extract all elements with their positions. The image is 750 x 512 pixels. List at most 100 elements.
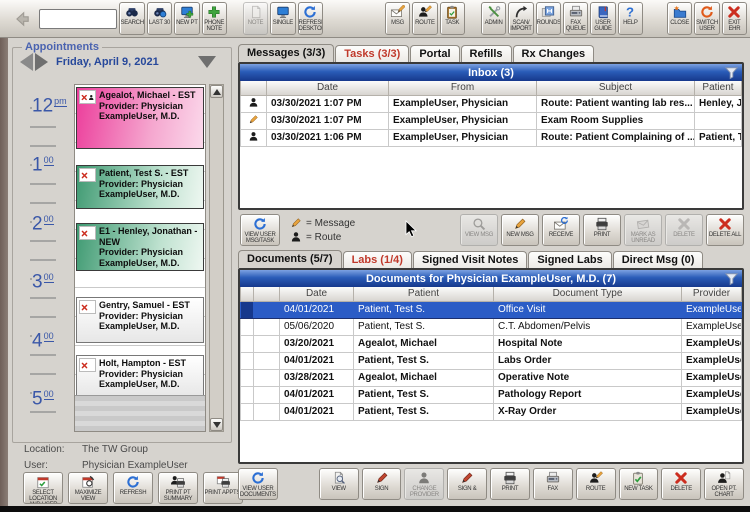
prev-day-button[interactable] [20,53,33,71]
patient-search-input[interactable] [39,9,117,29]
tab-tasks[interactable]: Tasks (3/3) [335,45,409,62]
view-msg-button: VIEW MSG [460,214,498,246]
sign-and-button[interactable]: SIGN & [447,468,487,500]
appointment-status-icon [79,226,96,240]
after-hours-area [75,395,205,431]
x-mark-gray-icon [677,217,691,231]
tab-rx-changes[interactable]: Rx Changes [513,45,595,62]
open-pt-chart-button[interactable]: OPEN PT. CHART [704,468,744,500]
docs-col-patient[interactable]: Patient [354,287,494,301]
calendar-dropdown-button[interactable] [198,56,216,68]
person-icon [290,231,302,243]
person-printer-icon [171,475,185,489]
inbox-col-icon[interactable] [241,81,267,95]
inbox-col-date[interactable]: Date [267,81,389,95]
document-row[interactable]: 04/01/2021Patient, Test S. Office VisitE… [241,301,742,318]
document-row[interactable]: 04/01/2021Patient, Test S. Labs OrderExa… [241,352,742,369]
select-location-user-button[interactable]: SELECT LOCATION AND USER [23,472,63,504]
document-row[interactable]: 04/01/2021Patient, Test S. Pathology Rep… [241,386,742,403]
tab-portal[interactable]: Portal [410,45,459,62]
inbox-col-from[interactable]: From [389,81,537,95]
appointment-card[interactable]: Holt, Hampton - ESTProvider: Physician E… [76,355,204,397]
print-appts-button[interactable]: PRINT APPTS. [203,472,243,504]
view-user-msg-task-button[interactable]: VIEW USER MSG/TASK [240,214,280,246]
filter-icon[interactable] [724,65,739,80]
last30-button[interactable]: LAST 30 [147,2,172,35]
route-button[interactable]: ROUTE [412,2,437,35]
appointment-card[interactable]: Gentry, Samuel - ESTProvider: Physician … [76,297,204,343]
switch-user-button[interactable]: SWITCH USER [694,2,719,35]
tools-icon [487,5,501,19]
delete-all-button[interactable]: DELETE ALL [706,214,744,246]
back-arrow-icon[interactable] [11,7,33,31]
print-msg-button[interactable]: PRINT [583,214,621,246]
route-icon [248,97,259,108]
view-document-button[interactable]: VIEW [319,468,359,500]
filter-icon[interactable] [724,271,739,286]
appointment-column: Agealot, Michael - ESTProvider: Physicia… [74,84,206,432]
location-label: Location: [24,444,82,455]
rounds-button[interactable]: ROUNDS [536,2,561,35]
msg-button[interactable]: MSG [385,2,410,35]
printer-icon [595,217,609,231]
docs-col-date[interactable]: Date [280,287,354,301]
receive-button[interactable]: RECEIVE [542,214,580,246]
plus-icon [207,5,221,19]
fax-queue-button[interactable]: FAX QUEUE [563,2,588,35]
help-button[interactable]: HELP [618,2,643,35]
route-document-button[interactable]: ROUTE [576,468,616,500]
task-button[interactable]: TASK [440,2,465,35]
tab-refills[interactable]: Refills [461,45,512,62]
sign-button[interactable]: SIGN [362,468,402,500]
book-icon [596,5,610,19]
print-pt-summary-button[interactable]: PRINT PT SUMMARY [158,472,198,504]
print-document-button[interactable]: PRINT [490,468,530,500]
binoculars-icon [125,5,139,19]
admin-button[interactable]: ADMIN [481,2,506,35]
inbox-col-subject[interactable]: Subject [537,81,695,95]
route-icon [248,131,259,142]
tab-documents[interactable]: Documents (5/7) [238,250,342,268]
scroll-up-icon[interactable] [210,85,223,98]
close-button[interactable]: CLOSE [667,2,692,35]
document-row[interactable]: 03/20/2021Agealot, Michael Hospital Note… [241,335,742,352]
fax-button[interactable]: FAX [533,468,573,500]
docs-col-type[interactable]: Document Type [494,287,682,301]
document-row[interactable]: 03/28/2021Agealot, Michael Operative Not… [241,369,742,386]
tab-signed-visit-notes[interactable]: Signed Visit Notes [413,251,527,268]
tab-direct-msg[interactable]: Direct Msg (0) [613,251,704,268]
scroll-down-icon[interactable] [210,418,223,431]
tab-messages[interactable]: Messages (3/3) [238,44,334,62]
appointment-card[interactable]: Patient, Test S. - ESTProvider: Physicia… [76,165,204,209]
single-button[interactable]: SINGLE [270,2,295,35]
new-task-button[interactable]: NEW TASK [619,468,659,500]
appointment-card[interactable]: Agealot, Michael - ESTProvider: Physicia… [76,87,204,149]
tab-signed-labs[interactable]: Signed Labs [528,251,611,268]
delete-document-button[interactable]: DELETE [661,468,701,500]
search-button[interactable]: SEARCH [119,2,144,35]
next-day-button[interactable] [35,53,48,71]
document-row[interactable]: 05/06/2020Patient, Test S. C.T. Abdomen/… [241,318,742,335]
refresh-button[interactable]: REFRESH [113,472,153,504]
inbox-row[interactable]: 03/30/2021 1:07 PMExampleUser, Physician… [241,95,742,112]
page-magnifier-icon [332,471,346,485]
refresh-desktop-button[interactable]: REFRESH DESKTOP [298,2,323,35]
view-user-documents-button[interactable]: VIEW USER DOCUMENTS [238,468,278,500]
tab-labs[interactable]: Labs (1/4) [343,251,412,268]
schedule-scrollbar[interactable] [209,84,224,432]
appointment-card[interactable]: E1 - Henley, Jonathan - NEWProvider: Phy… [76,223,204,271]
exit-ehr-button[interactable]: EXIT EHR [722,2,747,35]
user-guide-button[interactable]: USER GUIDE [590,2,615,35]
inbox-row[interactable]: 03/30/2021 1:06 PMExampleUser, Physician… [241,129,742,146]
new-pt-button[interactable]: NEW PT [174,2,199,35]
monitor-icon [276,5,290,19]
mark-unread-button: MARK AS UNREAD [624,214,662,246]
phone-note-button[interactable]: PHONE NOTE [202,2,227,35]
scan-import-button[interactable]: SCAN/ IMPORT [508,2,533,35]
new-msg-button[interactable]: NEW MSG [501,214,539,246]
docs-col-provider[interactable]: Provider [682,287,742,301]
inbox-col-patient[interactable]: Patient [695,81,742,95]
inbox-row[interactable]: 03/30/2021 1:07 PMExampleUser, Physician… [241,112,742,129]
maximize-view-button[interactable]: MAXIMIZE VIEW [68,472,108,504]
document-row[interactable]: 04/01/2021Patient, Test S. X-Ray OrderEx… [241,403,742,420]
